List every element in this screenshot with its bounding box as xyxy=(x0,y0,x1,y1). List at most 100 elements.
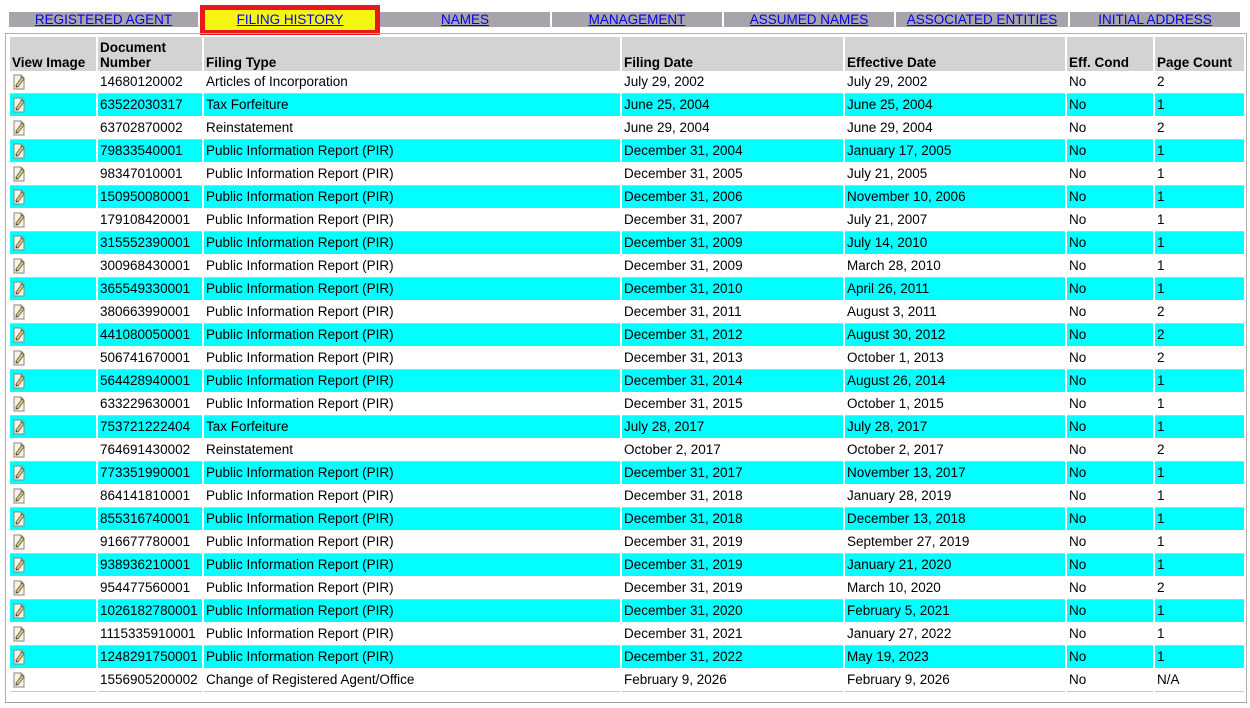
tab-filing-history[interactable]: FILING HISTORY xyxy=(200,5,380,35)
document-pen-icon[interactable] xyxy=(12,97,26,113)
document-number-cell: 864141810001 xyxy=(98,485,202,508)
filing-type-cell: Public Information Report (PIR) xyxy=(204,370,620,393)
document-pen-icon[interactable] xyxy=(12,258,26,274)
eff-cond-cell: No xyxy=(1067,669,1153,692)
filing-type-cell: Change of Registered Agent/Office xyxy=(204,669,620,692)
document-pen-icon[interactable] xyxy=(12,74,26,90)
effective-date-cell: August 30, 2012 xyxy=(845,324,1065,347)
effective-date-cell: December 13, 2018 xyxy=(845,508,1065,531)
table-row: 916677780001 Public Information Report (P… xyxy=(10,531,1244,554)
document-pen-icon[interactable] xyxy=(12,603,26,619)
table-row: 1248291750001 Public Information Report (… xyxy=(10,646,1244,669)
document-pen-icon[interactable] xyxy=(12,465,26,481)
tab-associated-entities[interactable]: ASSOCIATED ENTITIES xyxy=(896,12,1068,27)
document-pen-icon[interactable] xyxy=(12,649,26,665)
page-count-cell: 2 xyxy=(1155,301,1244,324)
document-number-cell: 1026182780001 xyxy=(98,600,202,623)
eff-cond-cell: No xyxy=(1067,531,1153,554)
tab-names-link[interactable]: NAMES xyxy=(441,12,489,27)
table-header-row: View Image Document Number Filing Type F… xyxy=(10,37,1244,71)
header-view-image: View Image xyxy=(10,37,96,71)
document-pen-icon[interactable] xyxy=(12,626,26,642)
page-count-cell: 1 xyxy=(1155,646,1244,669)
filing-type-cell: Public Information Report (PIR) xyxy=(204,531,620,554)
page-count-cell: 1 xyxy=(1155,186,1244,209)
tab-initial-address-link[interactable]: INITIAL ADDRESS xyxy=(1098,12,1212,27)
table-row: 315552390001 Public Information Report (P… xyxy=(10,232,1244,255)
tab-registered-agent-link[interactable]: REGISTERED AGENT xyxy=(35,12,172,27)
document-pen-icon[interactable] xyxy=(12,672,26,688)
table-row: 773351990001 Public Information Report (P… xyxy=(10,462,1244,485)
filing-date-cell: December 31, 2022 xyxy=(622,646,843,669)
filing-date-cell: December 31, 2018 xyxy=(622,485,843,508)
document-pen-icon[interactable] xyxy=(12,304,26,320)
tab-assumed-names[interactable]: ASSUMED NAMES xyxy=(724,12,894,27)
filing-type-cell: Public Information Report (PIR) xyxy=(204,347,620,370)
document-pen-icon[interactable] xyxy=(12,488,26,504)
filing-date-cell: July 28, 2017 xyxy=(622,416,843,439)
page-count-cell: 1 xyxy=(1155,600,1244,623)
filing-type-cell: Public Information Report (PIR) xyxy=(204,140,620,163)
table-row: 63702870002 Reinstatement June 29, 2004 Jun… xyxy=(10,117,1244,140)
tab-initial-address[interactable]: INITIAL ADDRESS xyxy=(1070,12,1240,27)
document-pen-icon[interactable] xyxy=(12,166,26,182)
document-pen-icon[interactable] xyxy=(12,120,26,136)
document-pen-icon[interactable] xyxy=(12,143,26,159)
table-body: 14680120002 Articles of Incorporation July… xyxy=(10,71,1244,692)
tab-assumed-names-link[interactable]: ASSUMED NAMES xyxy=(750,12,869,27)
document-pen-icon[interactable] xyxy=(12,281,26,297)
document-pen-icon[interactable] xyxy=(12,235,26,251)
document-pen-icon[interactable] xyxy=(12,212,26,228)
document-number-cell: 441080050001 xyxy=(98,324,202,347)
document-pen-icon[interactable] xyxy=(12,189,26,205)
filing-date-cell: December 31, 2019 xyxy=(622,531,843,554)
panel-bottom-border xyxy=(5,702,1247,703)
filing-type-cell: Public Information Report (PIR) xyxy=(204,186,620,209)
effective-date-cell: February 5, 2021 xyxy=(845,600,1065,623)
tab-associated-entities-link[interactable]: ASSOCIATED ENTITIES xyxy=(907,12,1058,27)
document-number-cell: 365549330001 xyxy=(98,278,202,301)
view-image-cell xyxy=(10,600,96,623)
document-pen-icon[interactable] xyxy=(12,442,26,458)
document-pen-icon[interactable] xyxy=(12,373,26,389)
eff-cond-cell: No xyxy=(1067,393,1153,416)
page-count-cell: 1 xyxy=(1155,255,1244,278)
header-effective-date: Effective Date xyxy=(845,37,1065,71)
filing-date-cell: June 25, 2004 xyxy=(622,94,843,117)
header-document-number: Document Number xyxy=(98,37,202,71)
document-pen-icon[interactable] xyxy=(12,350,26,366)
view-image-cell xyxy=(10,416,96,439)
filing-type-cell: Tax Forfeiture xyxy=(204,94,620,117)
document-number-cell: 1248291750001 xyxy=(98,646,202,669)
tab-filing-history-link[interactable]: FILING HISTORY xyxy=(237,12,344,27)
document-pen-icon[interactable] xyxy=(12,557,26,573)
document-pen-icon[interactable] xyxy=(12,580,26,596)
effective-date-cell: June 25, 2004 xyxy=(845,94,1065,117)
tab-registered-agent[interactable]: REGISTERED AGENT xyxy=(9,12,198,27)
table-row: 98347010001 Public Information Report (PI… xyxy=(10,163,1244,186)
eff-cond-cell: No xyxy=(1067,186,1153,209)
view-image-cell xyxy=(10,508,96,531)
filing-date-cell: October 2, 2017 xyxy=(622,439,843,462)
tab-management[interactable]: MANAGEMENT xyxy=(552,12,722,27)
document-pen-icon[interactable] xyxy=(12,511,26,527)
document-pen-icon[interactable] xyxy=(12,419,26,435)
filing-date-cell: December 31, 2020 xyxy=(622,600,843,623)
document-number-cell: 753721222404 xyxy=(98,416,202,439)
eff-cond-cell: No xyxy=(1067,94,1153,117)
tab-management-link[interactable]: MANAGEMENT xyxy=(589,12,686,27)
filing-type-cell: Articles of Incorporation xyxy=(204,71,620,94)
document-pen-icon[interactable] xyxy=(12,396,26,412)
document-pen-icon[interactable] xyxy=(12,327,26,343)
eff-cond-cell: No xyxy=(1067,485,1153,508)
table-row: 1026182780001 Public Information Report (… xyxy=(10,600,1244,623)
effective-date-cell: July 29, 2002 xyxy=(845,71,1065,94)
effective-date-cell: August 3, 2011 xyxy=(845,301,1065,324)
tab-names[interactable]: NAMES xyxy=(380,12,550,27)
effective-date-cell: July 14, 2010 xyxy=(845,232,1065,255)
eff-cond-cell: No xyxy=(1067,416,1153,439)
document-pen-icon[interactable] xyxy=(12,534,26,550)
view-image-cell xyxy=(10,554,96,577)
page-count-cell: 2 xyxy=(1155,324,1244,347)
effective-date-cell: January 28, 2019 xyxy=(845,485,1065,508)
